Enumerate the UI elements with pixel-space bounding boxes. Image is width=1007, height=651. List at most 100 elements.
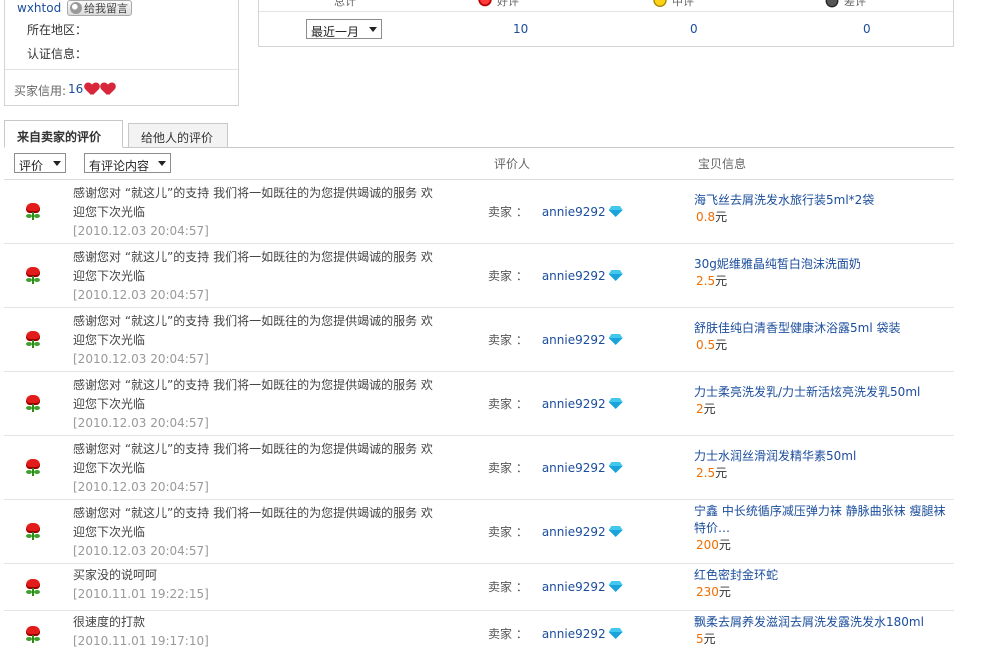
item-info: 30g妮维雅晶纯皙白泡沫洗面奶 2.5元 <box>694 256 949 290</box>
neutral-label: 中评 <box>672 0 694 8</box>
total-header: 总计 <box>334 0 356 8</box>
rater-name-link[interactable]: annie9292 <box>542 580 606 594</box>
item-title-link[interactable]: 30g妮维雅晶纯皙白泡沫洗面奶 <box>694 256 949 273</box>
neutral-count[interactable]: 0 <box>690 22 698 36</box>
leave-message-button[interactable]: 给我留言 <box>67 0 132 16</box>
table-row: 买家没的说呵呵 [2010.11.01 19:22:15] 卖家 ： annie92… <box>4 564 954 611</box>
bad-count[interactable]: 0 <box>863 22 871 36</box>
comment-time: [2010.11.01 19:22:15] <box>73 587 209 601</box>
rater-column-header: 评价人 <box>494 157 531 171</box>
rating-tabs: 来自卖家的评价 给他人的评价 <box>4 118 954 148</box>
item-title-link[interactable]: 力士柔亮洗发乳/力士新活炫亮洗发乳50ml <box>694 384 949 401</box>
rater: 卖家 ： annie9292 <box>488 625 623 642</box>
comment-text: 感谢您对 “就这儿”的支持 我们将一如既往的为您提供竭诚的服务 欢迎您下次光临[… <box>73 186 433 238</box>
item-price: 2.5元 <box>696 466 728 480</box>
rater-role: 卖家 ： <box>488 269 528 283</box>
diamond-icon <box>609 581 623 592</box>
credit-value[interactable]: 16 <box>68 82 83 96</box>
rater-role: 卖家 ： <box>488 525 528 539</box>
rater-role: 卖家 ： <box>488 461 528 475</box>
neutral-rating-icon <box>652 0 668 8</box>
item-price: 2元 <box>696 402 716 416</box>
item-title-link[interactable]: 红色密封金环蛇 <box>694 567 949 584</box>
item-price: 2.5元 <box>696 274 728 288</box>
good-rating-icon <box>24 626 42 644</box>
item-title-link[interactable]: 宁鑫 中长统循序减压弹力袜 静脉曲张袜 瘦腿袜 特价… <box>694 503 949 537</box>
rater-role: 卖家 ： <box>488 333 528 347</box>
item-title-link[interactable]: 舒肤佳纯白清香型健康沐浴露5ml 袋装 <box>694 320 949 337</box>
rater-name-link[interactable]: annie9292 <box>542 333 606 347</box>
item-info: 舒肤佳纯白清香型健康沐浴露5ml 袋装 0.5元 <box>694 320 949 354</box>
region-label: 所在地区： <box>27 23 88 37</box>
tab-from-seller[interactable]: 来自卖家的评价 <box>4 120 123 148</box>
diamond-icon <box>609 334 623 345</box>
rater-name-link[interactable]: annie9292 <box>542 397 606 411</box>
rater: 卖家 ： annie9292 <box>488 395 623 412</box>
comment-text: 感谢您对 “就这儿”的支持 我们将一如既往的为您提供竭诚的服务 欢迎您下次光临[… <box>73 378 433 430</box>
comment-text: 买家没的说呵呵 [2010.11.01 19:22:15] <box>73 568 209 601</box>
item-price: 0.5元 <box>696 338 728 352</box>
content-filter-select[interactable]: 有评论内容 <box>84 153 171 173</box>
comment-text: 很速度的打款 [2010.11.01 19:17:10] <box>73 615 209 648</box>
rater-role: 卖家 ： <box>488 580 528 594</box>
table-header: 评价 有评论内容 评价人 宝贝信息 <box>4 148 954 180</box>
period-select-value: 最近一月 <box>311 25 360 39</box>
comment-text: 感谢您对 “就这儿”的支持 我们将一如既往的为您提供竭诚的服务 欢迎您下次光临[… <box>73 314 433 366</box>
bad-label: 差评 <box>844 0 866 8</box>
diamond-icon <box>609 270 623 281</box>
rater-name-link[interactable]: annie9292 <box>542 627 606 641</box>
comment-time: [2010.12.03 20:04:57] <box>73 416 209 430</box>
rater-name-link[interactable]: annie9292 <box>542 525 606 539</box>
message-icon <box>70 2 82 14</box>
good-rating-icon <box>24 579 42 597</box>
period-select[interactable]: 最近一月 <box>306 19 382 39</box>
rater-name-link[interactable]: annie9292 <box>542 461 606 475</box>
chevron-down-icon <box>369 27 377 32</box>
good-rating-icon <box>477 0 493 8</box>
item-price: 230元 <box>696 585 731 599</box>
buyer-profile-box: wxhtod 给我留言 所在地区： 认证信息： 买家信用: 16 <box>4 0 239 106</box>
item-title-link[interactable]: 海飞丝去屑洗发水旅行装5ml*2袋 <box>694 192 949 209</box>
rater: 卖家 ： annie9292 <box>488 331 623 348</box>
table-row: 感谢您对 “就这儿”的支持 我们将一如既往的为您提供竭诚的服务 欢迎您下次光临[… <box>4 372 954 436</box>
table-row: 感谢您对 “就这儿”的支持 我们将一如既往的为您提供竭诚的服务 欢迎您下次光临[… <box>4 244 954 308</box>
comment-time: [2010.12.03 20:04:57] <box>73 480 209 494</box>
good-header: 好评 <box>477 0 519 8</box>
leave-message-label: 给我留言 <box>84 2 128 15</box>
username-link[interactable]: wxhtod <box>17 1 61 15</box>
diamond-icon <box>609 462 623 473</box>
good-rating-icon <box>24 459 42 477</box>
good-rating-icon <box>24 331 42 349</box>
tab-to-others[interactable]: 给他人的评价 <box>128 123 228 148</box>
item-title-link[interactable]: 飘柔去屑养发滋润去屑洗发露洗发水180ml <box>694 614 949 631</box>
table-row: 很速度的打款 [2010.11.01 19:17:10] 卖家 ： annie929… <box>4 611 954 651</box>
item-price: 5元 <box>696 632 716 646</box>
table-row: 感谢您对 “就这儿”的支持 我们将一如既往的为您提供竭诚的服务 欢迎您下次光临[… <box>4 436 954 500</box>
good-rating-icon <box>24 395 42 413</box>
good-label: 好评 <box>497 0 519 8</box>
rating-summary: 总计 好评 中评 差评 最近一月 10 0 0 <box>258 0 954 47</box>
content-filter-value: 有评论内容 <box>89 159 150 173</box>
rater-name-link[interactable]: annie9292 <box>542 205 606 219</box>
item-title-link[interactable]: 力士水润丝滑润发精华素50ml <box>694 448 949 465</box>
rater: 卖家 ： annie9292 <box>488 523 623 540</box>
comment-time: [2010.12.03 20:04:57] <box>73 224 209 238</box>
rater: 卖家 ： annie9292 <box>488 203 623 220</box>
item-info: 力士水润丝滑润发精华素50ml 2.5元 <box>694 448 949 482</box>
comment-text: 感谢您对 “就这儿”的支持 我们将一如既往的为您提供竭诚的服务 欢迎您下次光临[… <box>73 442 433 494</box>
good-rating-icon <box>24 203 42 221</box>
rating-filter-select[interactable]: 评价 <box>14 153 66 173</box>
diamond-icon <box>609 526 623 537</box>
item-info: 宁鑫 中长统循序减压弹力袜 静脉曲张袜 瘦腿袜 特价… 200元 <box>694 503 949 554</box>
rater-role: 卖家 ： <box>488 627 528 641</box>
rater-name-link[interactable]: annie9292 <box>542 269 606 283</box>
comment-time: [2010.12.03 20:04:57] <box>73 544 209 558</box>
good-count[interactable]: 10 <box>513 22 528 36</box>
bad-header: 差评 <box>824 0 866 8</box>
rater-role: 卖家 ： <box>488 205 528 219</box>
comment-time: [2010.12.03 20:04:57] <box>73 352 209 366</box>
item-info: 海飞丝去屑洗发水旅行装5ml*2袋 0.8元 <box>694 192 949 226</box>
item-info: 红色密封金环蛇 230元 <box>694 567 949 601</box>
comment-time: [2010.12.03 20:04:57] <box>73 288 209 302</box>
chevron-down-icon <box>158 161 166 166</box>
